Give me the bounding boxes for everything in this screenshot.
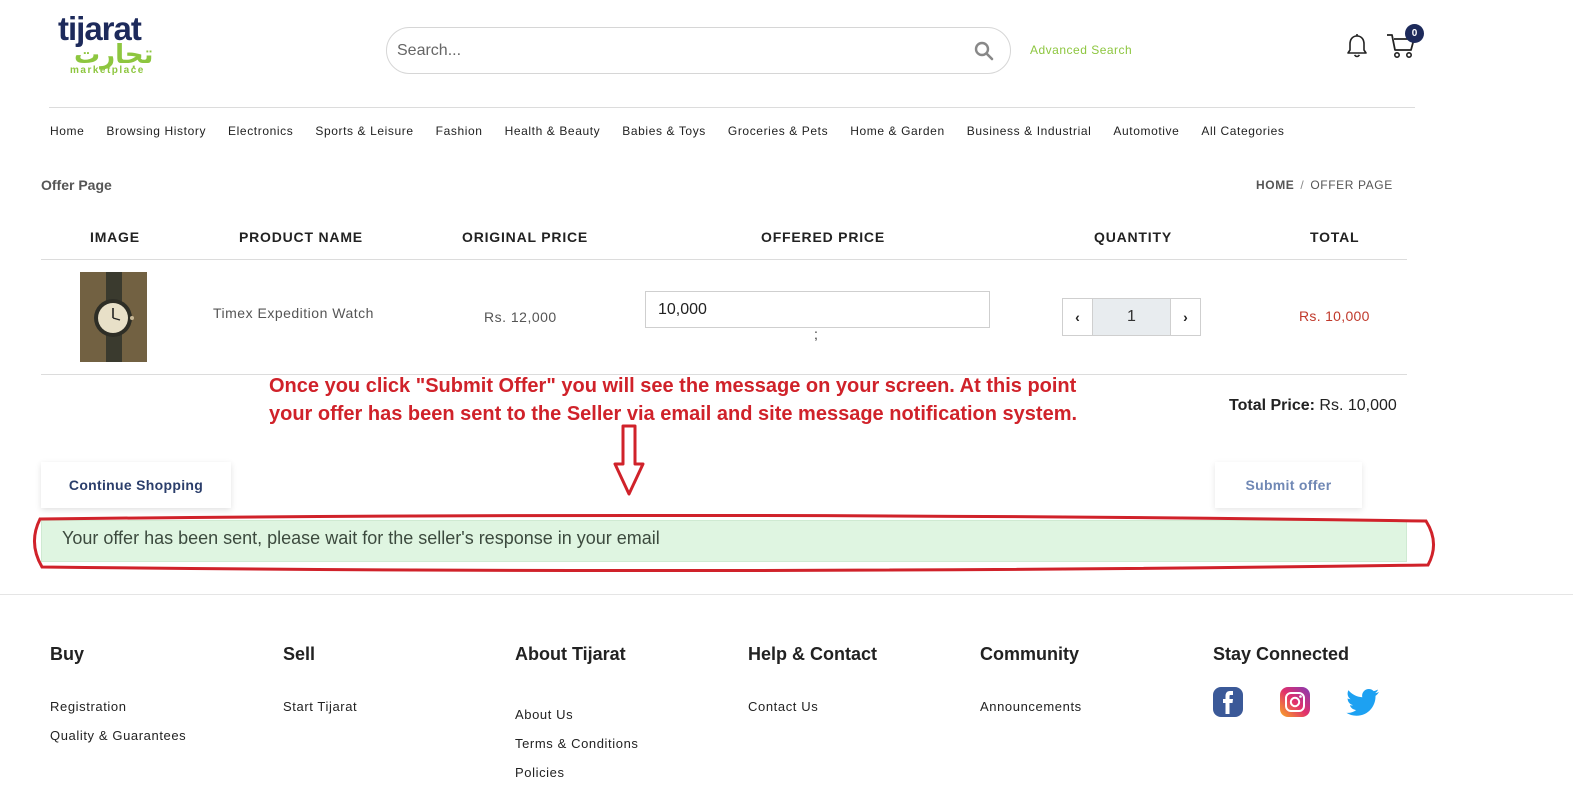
- product-name[interactable]: Timex Expedition Watch: [213, 305, 374, 321]
- tutorial-annotation: Once you click "Submit Offer" you will s…: [269, 372, 1077, 428]
- facebook-icon[interactable]: [1212, 686, 1244, 718]
- footer-col-buy: Buy: [50, 644, 84, 665]
- col-header-quantity: QUANTITY: [1094, 229, 1172, 245]
- nav-item-automotive[interactable]: Automotive: [1113, 124, 1179, 138]
- nav-item-sports-leisure[interactable]: Sports & Leisure: [315, 124, 413, 138]
- annotation-arrow-icon: [613, 424, 645, 496]
- page-title: Offer Page: [41, 177, 112, 193]
- quantity-increase-button[interactable]: ›: [1171, 299, 1200, 335]
- site-logo[interactable]: tijarat تجارت marketplace: [58, 10, 178, 78]
- twitter-icon[interactable]: [1345, 686, 1381, 718]
- nav-item-home-garden[interactable]: Home & Garden: [850, 124, 945, 138]
- annotation-line-1: Once you click "Submit Offer" you will s…: [269, 375, 1077, 397]
- breadcrumb-current: OFFER PAGE: [1310, 178, 1393, 192]
- col-header-total: TOTAL: [1310, 229, 1360, 245]
- nav-item-health-beauty[interactable]: Health & Beauty: [505, 124, 601, 138]
- category-nav: Home Browsing History Electronics Sports…: [50, 124, 1307, 138]
- footer-col-help: Help & Contact: [748, 644, 877, 665]
- total-price-label: Total Price:: [1229, 397, 1315, 414]
- breadcrumb-home[interactable]: HOME: [1256, 178, 1294, 192]
- table-header-divider: [41, 259, 1407, 260]
- stray-character: ;: [814, 326, 818, 342]
- continue-shopping-button[interactable]: Continue Shopping: [41, 462, 231, 508]
- quantity-stepper: ‹ 1 ›: [1062, 298, 1201, 336]
- footer-link-policies[interactable]: Policies: [515, 765, 565, 780]
- footer-divider: [0, 594, 1573, 595]
- footer-link-registration[interactable]: Registration: [50, 699, 127, 714]
- bell-icon[interactable]: [1345, 33, 1369, 59]
- nav-item-fashion[interactable]: Fashion: [436, 124, 483, 138]
- annotation-line-2: your offer has been sent to the Seller v…: [269, 403, 1078, 425]
- footer-link-about-us[interactable]: About Us: [515, 707, 573, 722]
- search-icon[interactable]: [974, 41, 994, 61]
- cart-count-badge: 0: [1405, 24, 1424, 43]
- footer-col-sell: Sell: [283, 644, 315, 665]
- product-image[interactable]: [80, 272, 147, 362]
- search-input[interactable]: [397, 36, 957, 66]
- col-header-product-name: PRODUCT NAME: [239, 229, 363, 245]
- nav-item-home[interactable]: Home: [50, 124, 84, 138]
- footer-col-about: About Tijarat: [515, 644, 626, 665]
- offered-price-input[interactable]: [645, 291, 990, 328]
- footer-col-community: Community: [980, 644, 1079, 665]
- nav-item-business-industrial[interactable]: Business & Industrial: [967, 124, 1092, 138]
- search-bar: [386, 27, 1011, 74]
- header-divider: [49, 107, 1415, 108]
- footer-link-start-tijarat[interactable]: Start Tijarat: [283, 699, 357, 714]
- nav-item-all-categories[interactable]: All Categories: [1201, 124, 1284, 138]
- footer-heading-sell: Sell: [283, 644, 316, 664]
- nav-item-electronics[interactable]: Electronics: [228, 124, 293, 138]
- footer-heading-help: Help & Contact: [748, 644, 878, 664]
- breadcrumb-separator: /: [1300, 178, 1305, 192]
- submit-offer-button[interactable]: Submit offer: [1215, 462, 1362, 508]
- footer-link-announcements[interactable]: Announcements: [980, 699, 1082, 714]
- row-total: Rs. 10,000: [1299, 308, 1370, 324]
- col-header-offered-price: OFFERED PRICE: [761, 229, 885, 245]
- logo-subtext: marketplace: [70, 65, 145, 76]
- nav-item-groceries-pets[interactable]: Groceries & Pets: [728, 124, 828, 138]
- footer-col-social: Stay Connected: [1213, 644, 1349, 665]
- footer-link-contact-us[interactable]: Contact Us: [748, 699, 818, 714]
- nav-item-browsing-history[interactable]: Browsing History: [106, 124, 206, 138]
- footer-link-quality-guarantees[interactable]: Quality & Guarantees: [50, 728, 186, 743]
- total-price: Total Price: Rs. 10,000: [1229, 397, 1397, 415]
- footer-heading-buy: Buy: [50, 644, 85, 664]
- instagram-icon[interactable]: [1279, 686, 1311, 718]
- original-price: Rs. 12,000: [484, 309, 557, 325]
- footer-heading-social: Stay Connected: [1213, 644, 1350, 664]
- total-price-value: Rs. 10,000: [1319, 397, 1397, 414]
- breadcrumb: HOME / OFFER PAGE: [1256, 178, 1393, 192]
- footer-heading-about: About Tijarat: [515, 644, 626, 664]
- quantity-value[interactable]: 1: [1092, 299, 1171, 335]
- annotation-highlight-ring: [33, 513, 1435, 573]
- footer-heading-community: Community: [980, 644, 1079, 664]
- col-header-image: IMAGE: [90, 229, 140, 245]
- footer-link-terms-conditions[interactable]: Terms & Conditions: [515, 736, 639, 751]
- col-header-original-price: ORIGINAL PRICE: [462, 229, 589, 245]
- nav-item-babies-toys[interactable]: Babies & Toys: [622, 124, 706, 138]
- quantity-decrease-button[interactable]: ‹: [1063, 299, 1092, 335]
- advanced-search-link[interactable]: Advanced Search: [1030, 43, 1132, 57]
